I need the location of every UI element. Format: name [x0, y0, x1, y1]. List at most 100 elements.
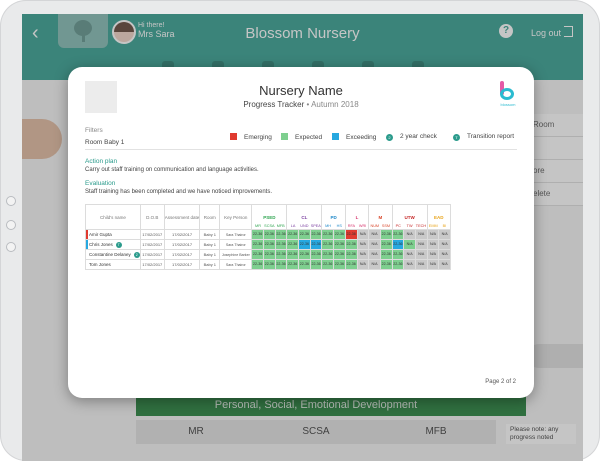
assessment-cell[interactable]: N/A — [356, 259, 370, 270]
assessment-cell[interactable]: N/A — [438, 229, 451, 240]
assessment-cell[interactable]: N/A — [403, 259, 416, 270]
child-name-cell[interactable]: Chris Jones T — [85, 239, 141, 250]
assessment-cell[interactable]: N/A — [356, 239, 370, 250]
assessment-cell[interactable]: 22-36 — [391, 239, 405, 250]
assessment-cell[interactable]: N/A — [438, 259, 451, 270]
assessment-cell[interactable]: 22-36 — [298, 229, 311, 240]
assessment-cell[interactable]: 22-36 — [379, 249, 393, 260]
assessment-cell[interactable]: 22-36 — [263, 259, 276, 270]
assessment-cell[interactable]: 22-36 — [333, 259, 346, 270]
assessment-cell[interactable]: 22-36 — [286, 249, 300, 260]
expected-swatch — [281, 133, 288, 140]
assessment-cell[interactable]: N/A — [426, 229, 440, 240]
area-header: PSED MR SCSA MFB — [251, 204, 288, 230]
assessment-cell[interactable]: 22-36 — [333, 249, 346, 260]
assessment-cell[interactable]: N/A — [438, 239, 451, 250]
status-marker — [86, 230, 88, 239]
assessment-value: N/A — [369, 260, 380, 269]
table-row[interactable]: Tom Jones 17/02/2017 17/02/2017 Baby 1 Sara … — [85, 259, 451, 270]
term-label: Autumn 2018 — [311, 100, 359, 109]
assessment-cell[interactable]: 22-36 — [321, 249, 335, 260]
assessment-cell[interactable]: 22-36 — [263, 249, 276, 260]
assessment-cell[interactable]: 22-36 — [309, 259, 323, 270]
assessment-value: N/A — [369, 230, 380, 239]
assessment-cell[interactable]: N/A — [403, 249, 416, 260]
assessment-cell[interactable]: N/A — [403, 229, 416, 240]
assessment-cell[interactable]: N/A — [414, 229, 428, 240]
assessment-cell[interactable]: 22-36 — [321, 259, 335, 270]
assessment-cell[interactable]: 22-36 — [298, 239, 311, 250]
assessment-cell[interactable]: N/A — [414, 259, 428, 270]
child-name-cell[interactable]: Tom Jones — [85, 259, 141, 270]
assessment-value: 22-36 — [276, 240, 286, 249]
assessment-cell[interactable]: 22-36 — [274, 259, 288, 270]
assessment-cell[interactable]: 22-36 — [263, 239, 276, 250]
assessment-cell[interactable]: 22-36 — [391, 249, 405, 260]
assessment-cell[interactable]: 22-36 — [391, 229, 405, 240]
assessment-cell[interactable]: N/A — [368, 259, 381, 270]
assessment-cell[interactable]: 22-36 — [298, 259, 311, 270]
modal-title: Nursery Name — [259, 83, 343, 98]
assessment-cell[interactable]: 22-36 — [333, 229, 346, 240]
assessment-cell[interactable]: N/A — [414, 239, 428, 250]
assessment-cell[interactable]: N/A — [426, 249, 440, 260]
assessment-cell[interactable]: 22-36 — [286, 259, 300, 270]
assessment-cell[interactable]: 22-36 — [344, 259, 358, 270]
assessment-cell[interactable]: 22-36 — [274, 239, 288, 250]
subarea-label: SPEA — [310, 224, 321, 228]
assessment-cell[interactable]: 22-36 — [286, 229, 300, 240]
assessment-cell[interactable]: 22-36 — [379, 259, 393, 270]
assessment-cell[interactable]: N/A — [368, 229, 381, 240]
assessment-value: 22-36 — [252, 260, 263, 269]
table-row[interactable]: Chris Jones T 17/02/2017 17/02/2017 Baby 1 Sa… — [85, 239, 451, 250]
assessment-cell[interactable]: N/A — [414, 249, 428, 260]
child-name-cell[interactable]: Amir Gupta — [85, 229, 141, 240]
child-name-cell[interactable]: Constantine Delaney 2 — [85, 249, 141, 260]
page-indicator: Page 2 of 2 — [485, 379, 516, 385]
table-row[interactable]: Amir Gupta 17/02/2017 17/02/2017 Baby 1 Sara… — [85, 229, 451, 240]
subarea-label: SSM — [381, 224, 391, 228]
assessment-cell[interactable]: N/A — [368, 249, 381, 260]
assessment-cell[interactable]: 22-36 — [333, 239, 346, 250]
assessment-cell[interactable]: 22-36 — [321, 239, 335, 250]
assessment-cell[interactable]: N/A — [426, 259, 440, 270]
assessment-cell[interactable]: 22-36 — [274, 249, 288, 260]
area-subheaders: EMM BI — [428, 224, 449, 228]
emerging-swatch — [230, 133, 237, 140]
area-header: EAD EMM BI — [426, 204, 452, 230]
assessment-cell[interactable]: 22-36 — [286, 239, 300, 250]
assessment-value: 22-36 — [264, 260, 275, 269]
assessment-value: N/A — [439, 240, 450, 249]
assessment-cell[interactable]: N/A — [368, 239, 381, 250]
assessment-cell[interactable]: N/A — [426, 239, 440, 250]
assessment-cell[interactable]: 22-36 — [298, 249, 311, 260]
assessment-cell[interactable]: 22-36 — [251, 239, 264, 250]
assessment-cell[interactable]: 22-36 — [309, 249, 323, 260]
assessment-value: 22-36 — [322, 240, 333, 249]
table-row[interactable]: Constantine Delaney 2 17/02/2017 17/02/2017… — [85, 249, 451, 260]
assessment-cell[interactable]: 22-36 — [379, 229, 393, 240]
assessment-cell[interactable]: 22-36 — [309, 229, 323, 240]
assessment-cell[interactable]: 22-36 — [251, 259, 264, 270]
assessment-cell[interactable]: N/A — [356, 229, 370, 240]
assessment-cell[interactable]: 22-36 — [251, 249, 264, 260]
tablet-side-button — [6, 220, 16, 230]
assessment-cell[interactable]: 22-36 — [344, 229, 358, 240]
assessment-cell[interactable]: 22-36 — [344, 249, 358, 260]
assessment-cell[interactable]: 22-36 — [391, 259, 405, 270]
subarea-label: WRI — [358, 224, 367, 228]
assessment-value: 22-36 — [393, 250, 403, 259]
assessment-cell[interactable]: 22-36 — [309, 239, 323, 250]
assessment-cell[interactable]: N/A — [403, 239, 416, 250]
transition-report-icon: T — [453, 134, 460, 141]
key-person-cell: Sara Thairor — [219, 259, 253, 270]
assessment-cell[interactable]: 22-36 — [321, 229, 335, 240]
assessment-cell[interactable]: 22-36 — [344, 239, 358, 250]
assessment-cell[interactable]: 22-36 — [379, 239, 393, 250]
assessment-cell[interactable]: N/A — [438, 249, 451, 260]
assessment-cell[interactable]: 22-36 — [251, 229, 264, 240]
assessment-cell[interactable]: N/A — [356, 249, 370, 260]
assessment-cell[interactable]: 22-36 — [274, 229, 288, 240]
assessment-cell[interactable]: 22-36 — [263, 229, 276, 240]
room-filter-value: Room Baby 1 — [85, 139, 125, 146]
